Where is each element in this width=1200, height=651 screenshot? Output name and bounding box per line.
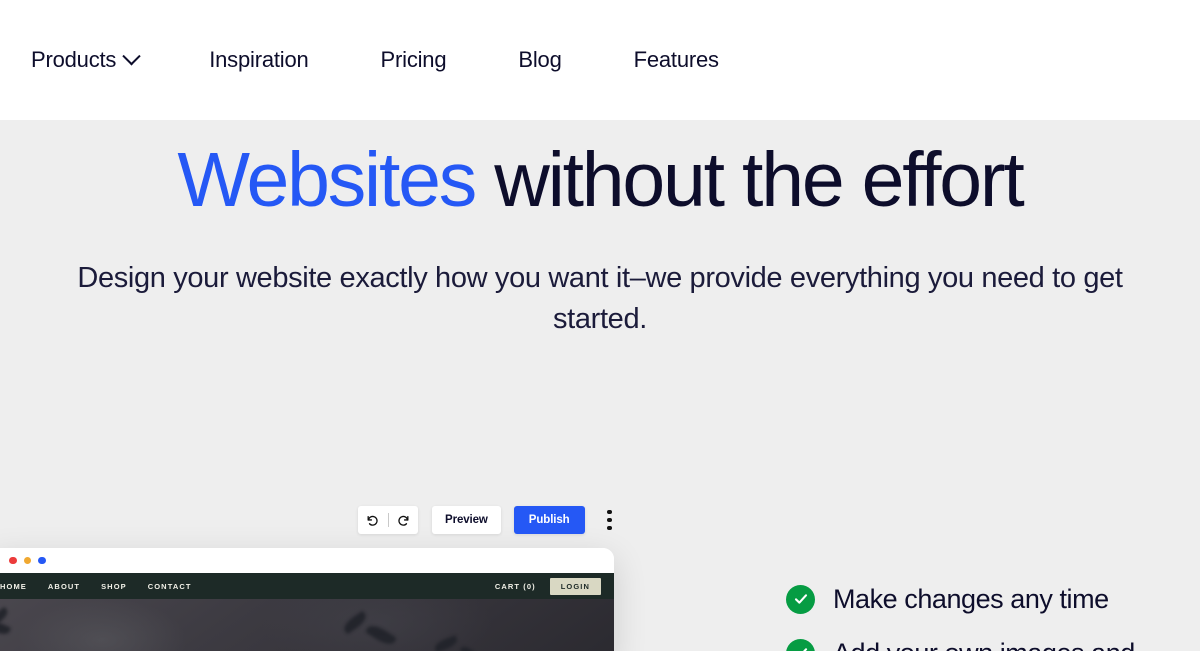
minimize-dot-icon <box>23 556 31 565</box>
mock-nav-link-about[interactable]: ABOUT <box>48 582 80 591</box>
mock-site-nav-links: HOME ABOUT SHOP CONTACT <box>0 582 192 591</box>
mock-nav-link-shop[interactable]: SHOP <box>101 582 127 591</box>
primary-navigation: Products Inspiration Pricing Blog Featur… <box>0 46 719 73</box>
nav-list: Products Inspiration Pricing Blog Featur… <box>0 46 719 73</box>
undo-redo-group <box>358 506 418 534</box>
nav-item-pricing-label: Pricing <box>380 47 447 72</box>
nav-item-products-label: Products <box>31 47 117 72</box>
kebab-menu-icon-dot-1 <box>607 509 612 515</box>
list-item: Add your own images and <box>786 626 1200 651</box>
page-title-accent: Websites <box>177 137 477 223</box>
close-dot-icon <box>9 556 17 565</box>
editor-toolbar: Preview Publish <box>358 506 621 534</box>
feature-checklist: Make changes any time Add your own image… <box>786 572 1200 651</box>
redo-arrow-icon <box>398 515 409 526</box>
list-item: Make changes any time <box>786 572 1200 626</box>
leaf-silhouette-icon <box>0 618 12 638</box>
mock-site-hero-image <box>0 599 614 651</box>
mock-site-nav-actions: CART (0) LOGIN <box>495 577 601 595</box>
publish-button-label: Publish <box>528 514 570 526</box>
check-circle-icon <box>786 638 815 651</box>
kebab-menu-icon-dot-3 <box>607 525 612 531</box>
page-title: Websites without the effort <box>0 142 1200 219</box>
mock-cart-link[interactable]: CART (0) <box>495 582 536 591</box>
browser-chrome-bar <box>0 548 614 573</box>
feature-label: Add your own images and <box>833 638 1135 651</box>
mock-nav-link-contact[interactable]: CONTACT <box>148 582 192 591</box>
check-mark-icon <box>802 648 807 651</box>
mock-nav-link-home[interactable]: HOME <box>0 582 27 591</box>
publish-button[interactable]: Publish <box>513 506 585 534</box>
nav-item-features-label: Features <box>633 47 719 72</box>
leaf-silhouette-icon <box>365 621 397 649</box>
mock-login-button[interactable]: LOGIN <box>549 577 601 595</box>
nav-item-blog-label: Blog <box>518 47 562 72</box>
nav-item-pricing[interactable]: Pricing <box>381 47 447 73</box>
nav-item-features[interactable]: Features <box>634 47 719 73</box>
nav-item-blog[interactable]: Blog <box>518 47 561 73</box>
undo-arrow-icon <box>367 515 378 526</box>
check-mark-icon <box>794 594 807 604</box>
preview-button-label: Preview <box>445 514 488 526</box>
leaf-silhouette-icon <box>433 635 459 651</box>
site-header: Products Inspiration Pricing Blog Featur… <box>0 0 1200 120</box>
mock-site-navbar: HOME ABOUT SHOP CONTACT CART (0) LOGIN <box>0 573 614 599</box>
maximize-dot-icon <box>38 556 46 565</box>
redo-button[interactable] <box>389 506 417 534</box>
leaf-silhouette-icon <box>0 606 10 625</box>
undo-button[interactable] <box>359 506 387 534</box>
kebab-menu-icon-dot-2 <box>607 517 612 523</box>
nav-item-products[interactable]: Products <box>31 46 141 73</box>
nav-item-inspiration[interactable]: Inspiration <box>209 47 309 73</box>
feature-label: Make changes any time <box>833 583 1109 614</box>
browser-mockup: HOME ABOUT SHOP CONTACT CART (0) LOGIN <box>0 548 614 651</box>
hero-subtitle: Design your website exactly how you want… <box>77 262 1123 336</box>
nav-item-inspiration-label: Inspiration <box>209 47 309 72</box>
leaf-silhouette-icon <box>459 644 479 651</box>
hero-section: Websites without the effort Design your … <box>0 120 1200 651</box>
page-title-rest: without the effort <box>475 137 1024 223</box>
more-options-button[interactable] <box>599 506 621 534</box>
chevron-down-icon <box>122 46 141 65</box>
preview-button[interactable]: Preview <box>432 506 501 534</box>
check-circle-icon <box>786 584 815 614</box>
